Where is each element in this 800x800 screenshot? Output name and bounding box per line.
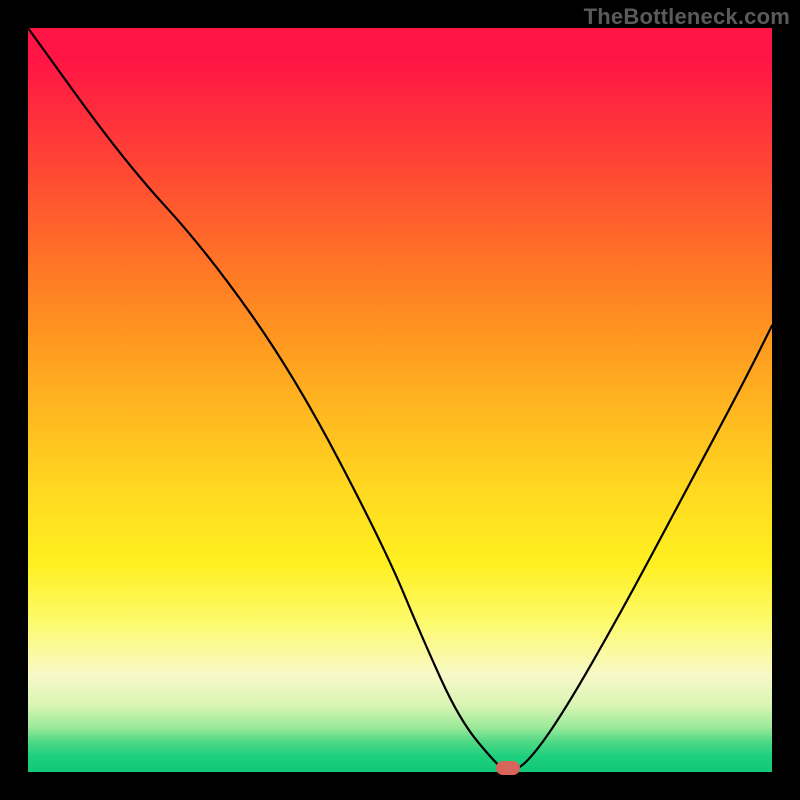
bottleneck-curve [28,28,772,772]
attribution-text: TheBottleneck.com [584,4,790,30]
chart-frame: TheBottleneck.com [0,0,800,800]
bottleneck-marker [496,761,520,775]
